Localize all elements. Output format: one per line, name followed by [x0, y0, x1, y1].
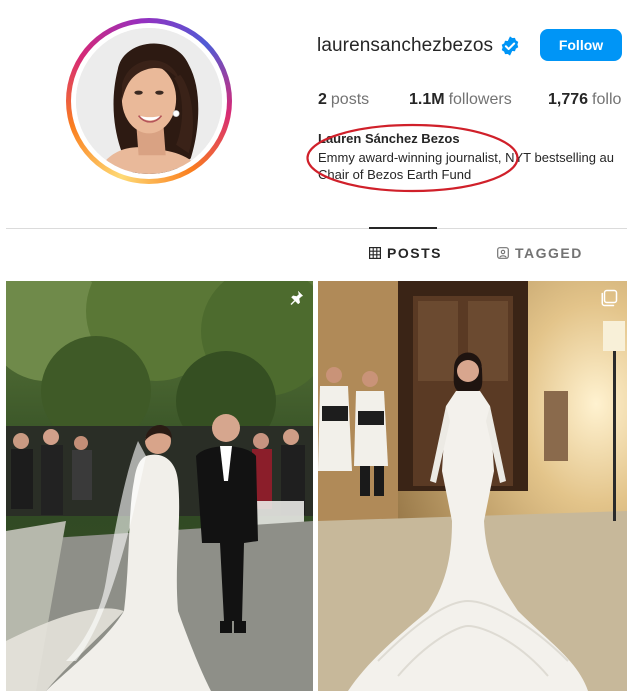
- avatar-photo: [76, 28, 222, 174]
- tab-posts[interactable]: POSTS: [369, 245, 442, 261]
- posts-count-stat: 2 posts: [318, 91, 369, 109]
- post-thumbnail-2[interactable]: [318, 281, 627, 691]
- bio-line-1: Emmy award-winning journalist, NYT bests…: [318, 150, 614, 165]
- profile-avatar[interactable]: [66, 18, 232, 184]
- verified-badge-icon: [501, 36, 519, 56]
- tab-posts-label: POSTS: [387, 245, 442, 261]
- pin-icon: [290, 291, 303, 305]
- posts-count: 2: [318, 91, 327, 108]
- carousel-icon: [601, 289, 618, 307]
- following-link[interactable]: 1,776 follo: [548, 91, 621, 109]
- followers-label: followers: [448, 91, 512, 108]
- tag-icon: [497, 247, 509, 259]
- profile-full-name: Lauren Sánchez Bezos: [318, 131, 460, 146]
- following-label: follo: [592, 91, 622, 108]
- profile-username: laurensanchezbezos: [317, 35, 494, 56]
- post-thumbnail-1[interactable]: [6, 281, 313, 691]
- post-2-photo: [318, 281, 627, 691]
- bio-line-2: Chair of Bezos Earth Fund: [318, 167, 472, 182]
- tab-tagged[interactable]: TAGGED: [497, 245, 583, 261]
- follow-button[interactable]: Follow: [540, 29, 622, 61]
- tab-tagged-label: TAGGED: [515, 245, 583, 261]
- active-tab-indicator: [369, 227, 437, 229]
- followers-link[interactable]: 1.1M followers: [409, 91, 512, 109]
- post-1-photo: [6, 281, 313, 691]
- followers-count: 1.1M: [409, 91, 445, 108]
- tabs-divider: [6, 228, 627, 229]
- grid-icon: [369, 247, 381, 259]
- following-count: 1,776: [548, 91, 589, 108]
- posts-label: posts: [330, 91, 370, 108]
